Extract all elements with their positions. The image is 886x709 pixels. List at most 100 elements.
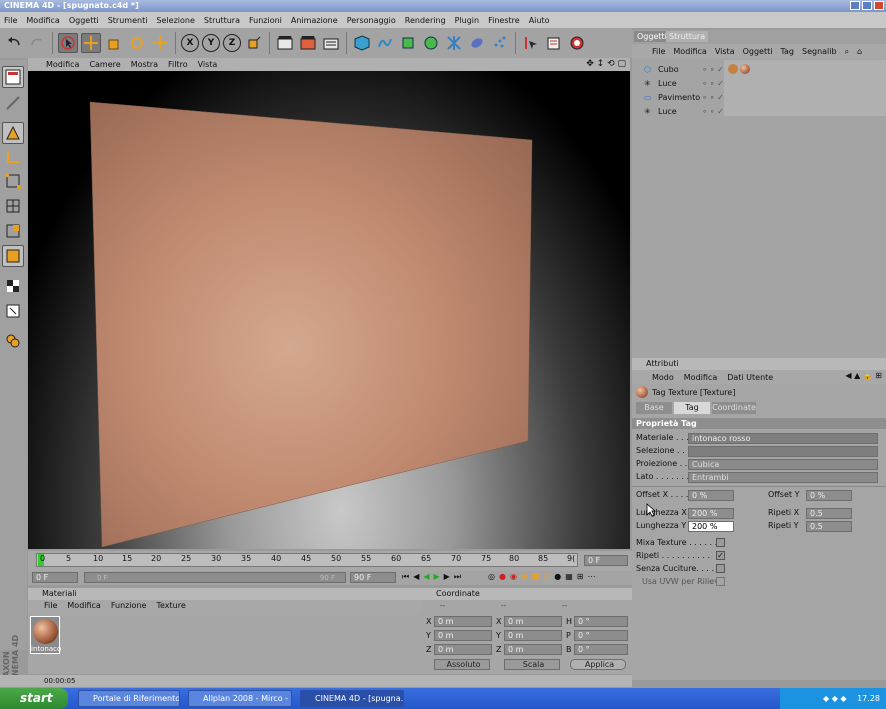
prev-frame-icon[interactable]: ◀: [413, 572, 419, 582]
materiale-field[interactable]: intonaco rosso: [688, 433, 878, 444]
objects-menu-vista[interactable]: Vista: [715, 47, 735, 56]
taskbar-item[interactable]: Portale di Riferimento...: [78, 690, 180, 707]
uvw-checkbox[interactable]: [716, 577, 725, 586]
play-backward-icon[interactable]: ◀: [423, 572, 429, 582]
apply-button[interactable]: Applica: [570, 659, 626, 670]
points-mode-icon[interactable]: [2, 170, 24, 192]
key-point-icon[interactable]: ⊞: [577, 572, 584, 581]
objects-menu-file[interactable]: File: [652, 47, 665, 56]
rot-h-field[interactable]: 0 °: [574, 616, 628, 627]
key-pla-icon[interactable]: ▦: [565, 572, 573, 581]
key-more-icon[interactable]: ⋯: [587, 572, 595, 581]
start-frame-field[interactable]: 0 F: [32, 572, 78, 583]
paint-icon[interactable]: [2, 330, 24, 352]
visibility-dots-icon[interactable]: ∘ ∘ ✓: [702, 63, 724, 76]
viewport-menu-mostra[interactable]: Mostra: [131, 60, 158, 69]
settings-tool-icon[interactable]: [544, 33, 564, 53]
key-rotate-icon[interactable]: ◎: [543, 572, 550, 581]
home-icon[interactable]: ⌂: [857, 47, 862, 56]
minimize-button[interactable]: [850, 1, 860, 10]
y-axis-icon[interactable]: Y: [202, 34, 220, 52]
coord-system-icon[interactable]: [244, 33, 264, 53]
key-move-icon[interactable]: ✥: [521, 572, 528, 581]
viewport-menu-vista[interactable]: Vista: [198, 60, 218, 69]
undo-icon[interactable]: [4, 33, 24, 53]
record-icon[interactable]: ●: [499, 572, 506, 581]
light-tool-icon[interactable]: [567, 33, 587, 53]
menu-personaggio[interactable]: Personaggio: [347, 16, 396, 25]
key-param-icon[interactable]: ●: [554, 572, 561, 581]
autokey-icon[interactable]: ◉: [510, 572, 517, 581]
proiezione-select[interactable]: Cubica: [688, 459, 878, 470]
search-icon[interactable]: ⌕: [845, 47, 849, 57]
scene-icon[interactable]: [467, 33, 487, 53]
taskbar-item[interactable]: Allplan 2008 - Mirco - ...: [188, 690, 292, 707]
attributes-nav-icons[interactable]: ◀ ▲ 🔒 ⊞: [845, 371, 882, 380]
coord-mode-select[interactable]: Assoluto: [434, 659, 490, 670]
move-icon[interactable]: [81, 33, 101, 53]
3d-viewport[interactable]: [28, 71, 630, 549]
size-z-field[interactable]: 0 m: [504, 644, 562, 655]
key-scale-icon[interactable]: ■: [532, 572, 540, 581]
viewport-menu-filtro[interactable]: Filtro: [168, 60, 188, 69]
rot-b-field[interactable]: 0 °: [574, 644, 628, 655]
selezione-field[interactable]: [688, 446, 878, 457]
layout-icon[interactable]: [2, 66, 24, 88]
deformer-icon[interactable]: [444, 33, 464, 53]
menu-struttura[interactable]: Struttura: [204, 16, 240, 25]
menu-modifica[interactable]: Modifica: [26, 16, 59, 25]
materials-menu-texture[interactable]: Texture: [156, 600, 185, 612]
nurbs-icon[interactable]: [398, 33, 418, 53]
menu-strumenti[interactable]: Strumenti: [108, 16, 148, 25]
menu-finestre[interactable]: Finestre: [488, 16, 520, 25]
attributes-menu-modo[interactable]: Modo: [652, 373, 674, 382]
tab-base[interactable]: Base: [636, 402, 672, 414]
next-frame-icon[interactable]: ▶: [444, 572, 450, 582]
render-view-icon[interactable]: [275, 33, 295, 53]
array-icon[interactable]: [421, 33, 441, 53]
texture-tag-icon[interactable]: [728, 64, 738, 74]
scale-icon[interactable]: [104, 33, 124, 53]
particle-icon[interactable]: [490, 33, 510, 53]
menu-selezione[interactable]: Selezione: [156, 16, 194, 25]
viewport-nav-icons[interactable]: ✥ ↕ ⟲ ▢: [586, 59, 626, 69]
materials-menu-modifica[interactable]: Modifica: [67, 600, 100, 612]
motion-path-icon[interactable]: ◎: [488, 572, 495, 581]
material-tag-icon[interactable]: [740, 64, 750, 74]
redo-icon[interactable]: [27, 33, 47, 53]
material-swatch[interactable]: intonaco: [30, 616, 61, 654]
objects-menu-segnalib[interactable]: Segnalib: [802, 47, 837, 56]
render-settings-icon[interactable]: [321, 33, 341, 53]
preview-range-slider[interactable]: 0 F 90 F: [84, 572, 346, 583]
spline-icon[interactable]: [375, 33, 395, 53]
current-frame-field[interactable]: 0 F: [584, 555, 628, 566]
viewport-menu-camere[interactable]: Camere: [89, 60, 120, 69]
timeline-ruler[interactable]: 0 5 10 15 20 25 30 35 40 45 50 55 60 65 …: [36, 553, 578, 567]
z-axis-icon[interactable]: Z: [223, 34, 241, 52]
close-button[interactable]: [874, 1, 884, 10]
visibility-dots-icon[interactable]: ∘ ∘ ✓: [702, 91, 724, 104]
cube-icon[interactable]: [352, 33, 372, 53]
timeline[interactable]: 0 5 10 15 20 25 30 35 40 45 50 55 60 65 …: [28, 551, 632, 571]
pos-z-field[interactable]: 0 m: [434, 644, 492, 655]
tab-tag[interactable]: Tag: [674, 402, 710, 414]
start-button[interactable]: start: [0, 688, 68, 709]
pos-y-field[interactable]: 0 m: [434, 630, 492, 641]
lunghezza-x-field[interactable]: 200 %: [688, 508, 734, 519]
size-y-field[interactable]: 0 m: [504, 630, 562, 641]
texture-mode-icon[interactable]: [2, 245, 24, 267]
tray-icons[interactable]: ◆ ◆ ◆: [823, 694, 847, 703]
menu-oggetti[interactable]: Oggetti: [69, 16, 99, 25]
goto-end-icon[interactable]: ⏭: [454, 572, 461, 582]
uv-icon[interactable]: [2, 300, 24, 322]
end-frame-field[interactable]: 90 F: [350, 572, 396, 583]
materials-menu-file[interactable]: File: [44, 600, 57, 612]
edges-mode-icon[interactable]: [2, 195, 24, 217]
viewport-menu-modifica[interactable]: Modifica: [46, 60, 79, 69]
checker-icon[interactable]: [2, 275, 24, 297]
x-axis-icon[interactable]: X: [181, 34, 199, 52]
menu-aiuto[interactable]: Aiuto: [529, 16, 550, 25]
select-arrow-icon[interactable]: [58, 33, 78, 53]
menu-file[interactable]: File: [4, 16, 17, 25]
render-picture-icon[interactable]: [298, 33, 318, 53]
